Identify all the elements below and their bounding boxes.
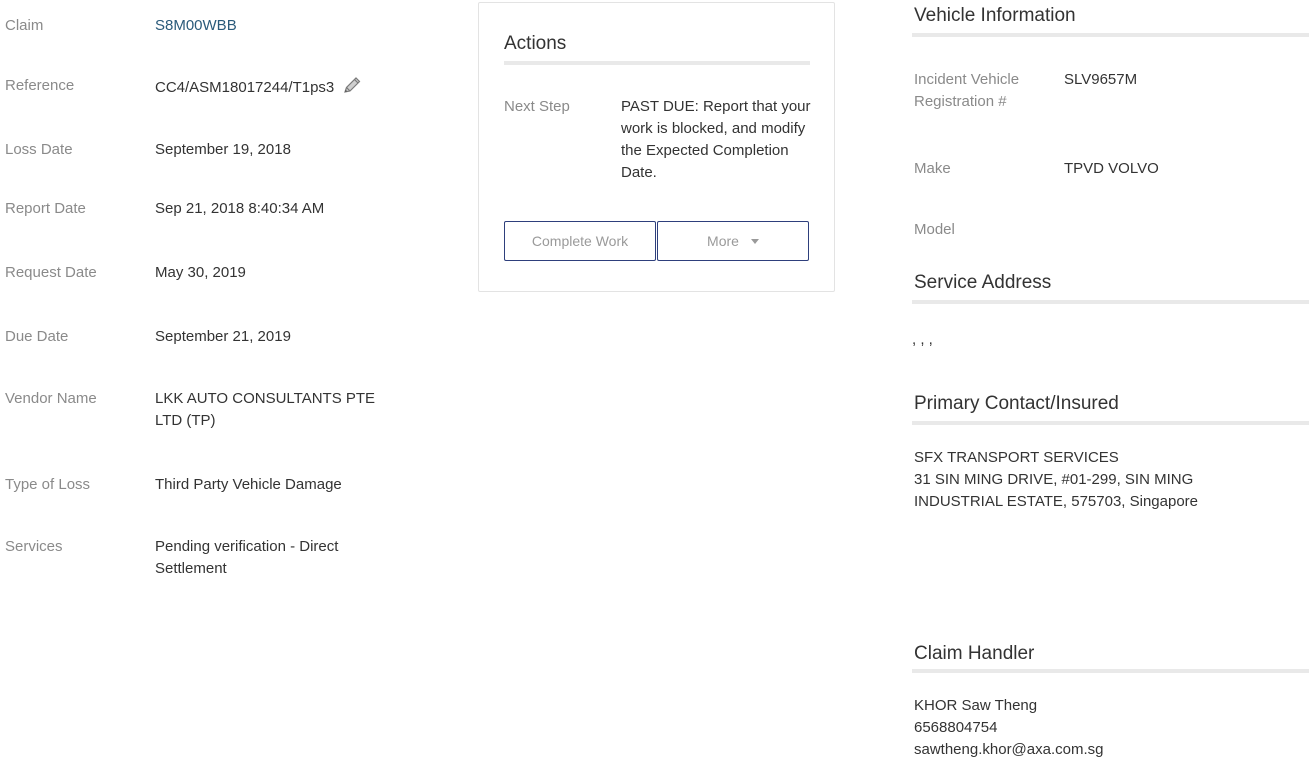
claim-handler-divider <box>912 669 1309 673</box>
model-label: Model <box>914 221 955 238</box>
claim-label: Claim <box>5 17 44 34</box>
claim-number-link[interactable]: S8M00WBB <box>155 15 415 37</box>
pencil-icon[interactable] <box>342 75 364 95</box>
vehicle-info-title: Vehicle Information <box>914 5 1076 26</box>
reference-label: Reference <box>5 77 75 94</box>
primary-contact-title: Primary Contact/Insured <box>914 393 1119 414</box>
claim-handler-block: KHOR Saw Theng 6568804754 sawtheng.khor@… <box>914 695 1309 761</box>
next-step-label: Next Step <box>504 98 570 115</box>
type-of-loss-label: Type of Loss <box>5 476 91 493</box>
actions-title: Actions <box>504 33 567 54</box>
report-date-value: Sep 21, 2018 8:40:34 AM <box>155 200 325 217</box>
vendor-name-label: Vendor Name <box>5 390 97 407</box>
services-value: Pending verification - Direct Settlement <box>155 538 339 577</box>
primary-contact-block: SFX TRANSPORT SERVICES 31 SIN MING DRIVE… <box>914 447 1309 513</box>
type-of-loss-value: Third Party Vehicle Damage <box>155 476 342 493</box>
loss-date-label: Loss Date <box>5 141 73 158</box>
service-address-divider <box>912 300 1309 304</box>
primary-contact-name: SFX TRANSPORT SERVICES <box>914 449 1119 466</box>
primary-contact-address: 31 SIN MING DRIVE, #01-299, SIN MING IND… <box>914 471 1199 510</box>
loss-date-value: September 19, 2018 <box>155 141 291 158</box>
registration-label: Incident Vehicle Registration # <box>914 71 1020 110</box>
report-date-label: Report Date <box>5 200 86 217</box>
request-date-label: Request Date <box>5 264 97 281</box>
actions-card: Actions Next Step PAST DUE: Report that … <box>478 2 835 292</box>
service-address-value: , , , <box>912 331 933 348</box>
vehicle-info-divider <box>912 33 1309 37</box>
reference-value: CC4/ASM18017244/T1ps3 <box>155 79 335 96</box>
more-dropdown-button[interactable]: More <box>657 221 809 261</box>
service-address-title: Service Address <box>914 272 1052 293</box>
registration-value: SLV9657M <box>1064 71 1138 88</box>
actions-divider <box>504 61 810 65</box>
next-step-value: PAST DUE: Report that your work is block… <box>621 98 811 181</box>
complete-work-label: Complete Work <box>531 233 629 249</box>
claim-handler-email[interactable]: sawtheng.khor@axa.com.sg <box>914 739 1309 761</box>
request-date-value: May 30, 2019 <box>155 264 246 281</box>
vendor-name-value: LKK AUTO CONSULTANTS PTE LTD (TP) <box>155 390 376 429</box>
more-label: More <box>707 233 739 249</box>
due-date-label: Due Date <box>5 328 69 345</box>
caret-down-icon <box>750 238 759 244</box>
claim-handler-name: KHOR Saw Theng <box>914 697 1038 714</box>
services-label: Services <box>5 538 63 555</box>
claim-handler-phone: 6568804754 <box>914 719 998 736</box>
due-date-value: September 21, 2019 <box>155 328 291 345</box>
make-label: Make <box>914 160 951 177</box>
complete-work-button[interactable]: Complete Work <box>504 221 656 261</box>
claim-handler-title: Claim Handler <box>914 643 1035 664</box>
primary-contact-divider <box>912 421 1309 425</box>
make-value: TPVD VOLVO <box>1064 160 1159 177</box>
reference-value-wrap: CC4/ASM18017244/T1ps3 <box>155 75 415 99</box>
